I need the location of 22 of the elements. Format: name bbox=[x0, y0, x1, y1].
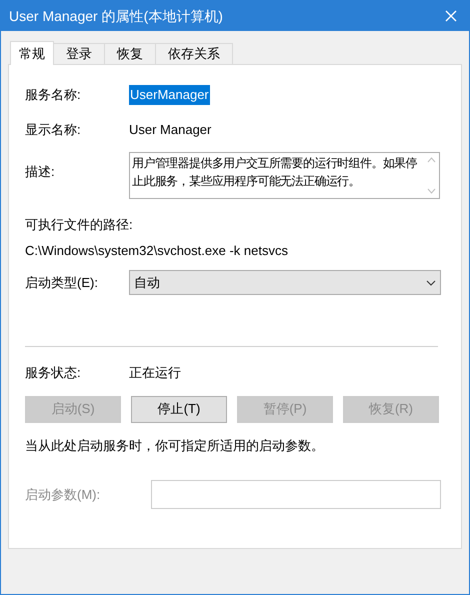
scroll-up-icon[interactable] bbox=[426, 157, 436, 163]
field-label: 启动类型(E): bbox=[25, 274, 99, 292]
tab[interactable]: 常规 bbox=[10, 41, 54, 65]
window-title: User Manager 的属性(本地计算机) bbox=[9, 6, 223, 26]
field-label: 启动参数(M): bbox=[25, 486, 102, 504]
field-label: 描述: bbox=[25, 163, 56, 181]
field-label: 服务状态: bbox=[25, 364, 82, 382]
tab[interactable]: 依存关系 bbox=[155, 43, 233, 64]
startup-type-dropdown[interactable]: 自动 bbox=[129, 270, 441, 295]
close-icon[interactable] bbox=[445, 10, 457, 22]
scroll-down-icon[interactable] bbox=[426, 188, 436, 194]
field-label: 显示名称: bbox=[25, 120, 82, 138]
hint-text: 当从此处启动服务时，你可指定所适用的启动参数。 bbox=[25, 436, 325, 454]
field-label: 可执行文件的路径: bbox=[25, 216, 134, 234]
service-name-value[interactable]: UserManager bbox=[129, 85, 210, 104]
field-label: 服务名称: bbox=[25, 86, 82, 104]
status-value: 正在运行 bbox=[129, 364, 181, 382]
service-button[interactable]: 停止(T) bbox=[131, 396, 227, 422]
path-value: C:\Windows\system32\svchost.exe -k netsvcs bbox=[25, 242, 289, 260]
description-box[interactable]: 用户管理器提供多用户交互所需要的运行时组件。如果停止此服务，某些应用程序可能无法正确运行。 bbox=[129, 152, 440, 199]
chevron-down-icon bbox=[426, 280, 436, 286]
display-name-value: User Manager bbox=[129, 120, 212, 139]
